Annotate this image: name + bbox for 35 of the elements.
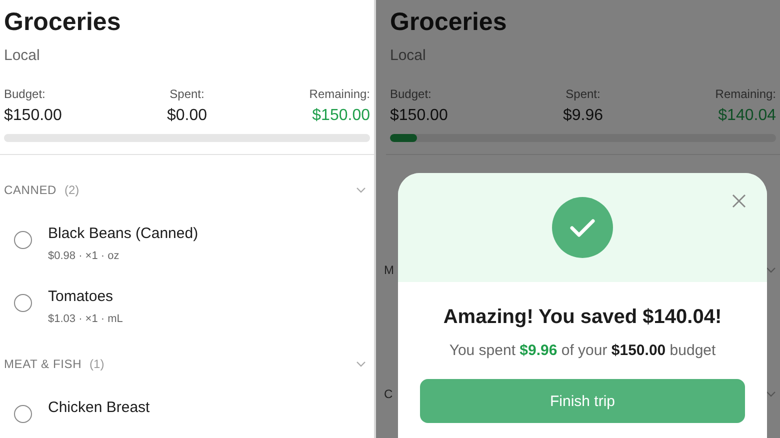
section-header: C	[384, 387, 393, 401]
stat-label: Budget:	[4, 87, 46, 101]
stat-value: $0.00	[166, 107, 208, 125]
stat-value: $150.00	[312, 107, 370, 125]
stat-label: Remaining:	[715, 87, 776, 101]
stat-label: Spent:	[170, 87, 204, 101]
dialog-title: Amazing! You saved $140.04!	[443, 306, 722, 329]
item-count: (1)	[90, 357, 104, 371]
dialog-message: You spent $9.96 of your $150.00 budget	[449, 342, 716, 359]
stat-value: $150.00	[390, 107, 448, 125]
item-details: $0.98 · ×1 · oz	[48, 250, 120, 262]
stat-label: Remaining:	[309, 87, 370, 101]
store-name: Local	[390, 47, 426, 64]
check-circle-icon	[552, 197, 613, 258]
item-details: $1.03 · ×1 · mL	[48, 313, 123, 325]
store-name: Local	[4, 47, 40, 64]
stat-value: $140.04	[718, 107, 776, 125]
list-title: Groceries	[4, 7, 121, 37]
item-checkbox[interactable]	[14, 405, 32, 423]
section-header[interactable]: CANNED	[4, 183, 56, 197]
section-header[interactable]: MEAT & FISH	[4, 357, 82, 371]
stat-label: Budget:	[390, 87, 432, 101]
section-header: M	[384, 263, 394, 277]
item-checkbox[interactable]	[14, 294, 32, 312]
item-name: Black Beans (Canned)	[48, 225, 198, 242]
item-checkbox[interactable]	[14, 231, 32, 249]
item-name: Tomatoes	[48, 288, 114, 305]
list-title: Groceries	[390, 7, 507, 37]
finish-trip-button[interactable]: Finish trip	[420, 379, 745, 423]
stat-label: Spent:	[566, 87, 600, 101]
stat-value: $9.96	[562, 107, 604, 125]
close-icon[interactable]	[732, 194, 746, 208]
stat-value: $150.00	[4, 107, 62, 125]
item-name: Chicken Breast	[48, 399, 150, 416]
item-count: (2)	[64, 183, 80, 197]
